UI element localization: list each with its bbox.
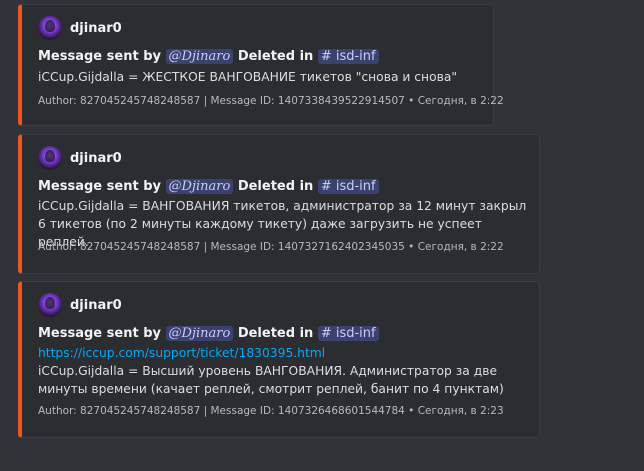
embed-description: https://iccup.com/support/ticket/1830395… [38,344,528,398]
deleted-in-label: Deleted in [237,49,314,64]
log-embed: djinar0 Message sent by @Djinaro Deleted… [18,4,504,126]
embed-author[interactable]: djinar0 [38,146,122,170]
author-name[interactable]: djinar0 [70,298,122,313]
embed-title: Message sent by @Djinaro Deleted in # is… [38,326,379,341]
ticket-link[interactable]: https://iccup.com/support/ticket/1830395… [38,344,528,362]
title-prefix: Message sent by [38,49,161,64]
avatar[interactable] [38,293,62,317]
log-embed: djinar0 Message sent by @Djinaro Deleted… [18,134,540,274]
embed-description: iCCup.Gijdalla = ЖЕСТКОЕ ВАНГОВАНИЕ тике… [38,70,458,84]
embed-author[interactable]: djinar0 [38,293,122,317]
embed-footer: Author: 827045245748248587 | Message ID:… [38,95,504,107]
embed-footer: Author: 827045245748248587 | Message ID:… [38,405,504,417]
channel-mention[interactable]: # isd-inf [317,49,379,64]
description-text: iCCup.Gijdalla = Высший уровень ВАНГОВАН… [38,364,504,396]
deleted-in-label: Deleted in [237,179,314,194]
avatar[interactable] [38,146,62,170]
avatar[interactable] [38,16,62,40]
embed-title: Message sent by @Djinaro Deleted in # is… [38,49,379,64]
channel-mention[interactable]: # isd-inf [317,179,379,194]
user-mention[interactable]: @Djinaro [165,326,234,341]
author-name[interactable]: djinar0 [70,21,122,36]
embed-footer: Author: 827045245748248587 | Message ID:… [38,241,504,253]
user-mention[interactable]: @Djinaro [165,49,234,64]
embed-title: Message sent by @Djinaro Deleted in # is… [38,179,379,194]
embed-author[interactable]: djinar0 [38,16,122,40]
user-mention[interactable]: @Djinaro [165,179,234,194]
title-prefix: Message sent by [38,179,161,194]
author-name[interactable]: djinar0 [70,151,122,166]
deleted-in-label: Deleted in [237,326,314,341]
log-embed: djinar0 Message sent by @Djinaro Deleted… [18,281,540,438]
channel-mention[interactable]: # isd-inf [317,326,379,341]
title-prefix: Message sent by [38,326,161,341]
